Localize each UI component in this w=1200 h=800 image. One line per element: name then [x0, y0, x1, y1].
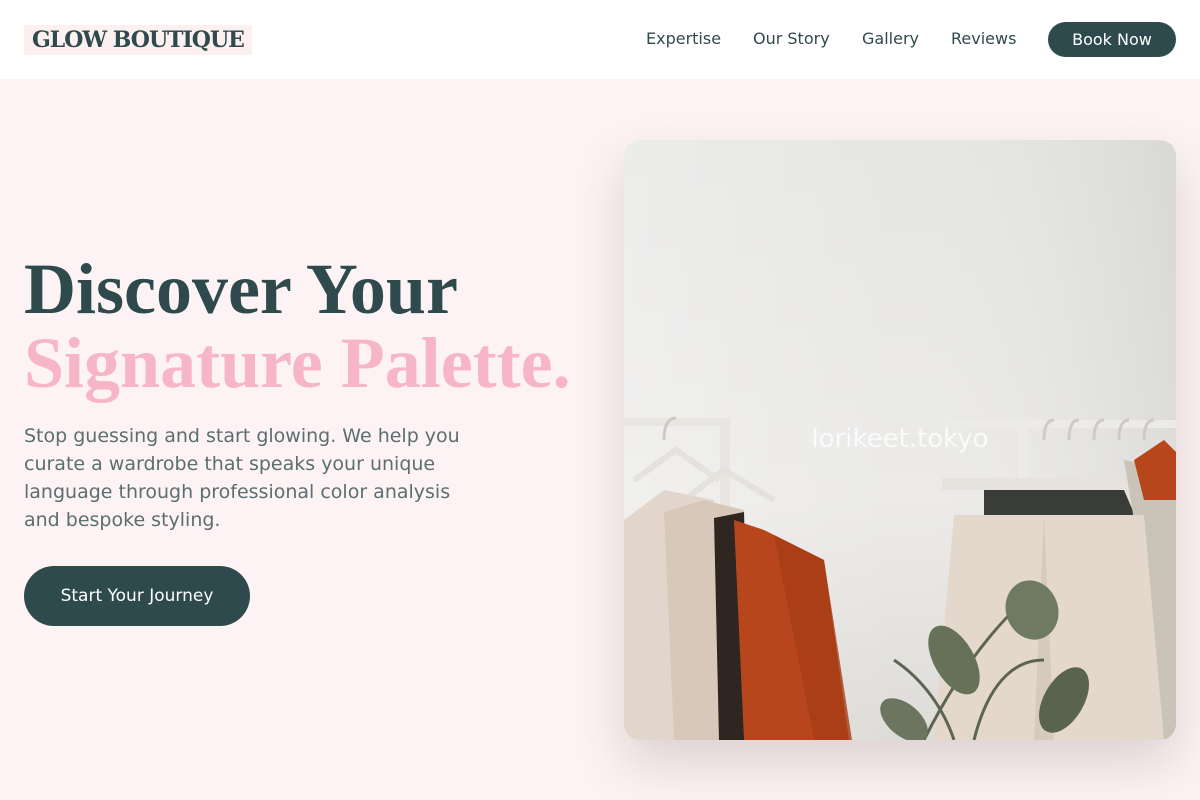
hero-title-line1: Discover Your: [24, 249, 458, 329]
brand-logo[interactable]: GLOW BOUTIQUE: [24, 25, 252, 55]
nav-link-gallery[interactable]: Gallery: [862, 29, 919, 49]
nav-link-our-story[interactable]: Our Story: [753, 29, 830, 49]
start-journey-button[interactable]: Start Your Journey: [24, 566, 250, 626]
hero-image: lorikeet.tokyo: [624, 140, 1176, 740]
hero-description: Stop guessing and start glowing. We help…: [24, 425, 460, 531]
top-navigation: GLOW BOUTIQUE Expertise Our Story Galler…: [0, 0, 1200, 79]
image-watermark: lorikeet.tokyo: [811, 424, 989, 454]
hero-title-line2: Signature Palette.: [24, 323, 571, 403]
nav-link-reviews[interactable]: Reviews: [951, 29, 1016, 49]
hero-title: Discover Your Signature Palette.: [24, 252, 571, 400]
book-now-button[interactable]: Book Now: [1048, 22, 1176, 57]
nav-link-expertise[interactable]: Expertise: [646, 29, 721, 49]
